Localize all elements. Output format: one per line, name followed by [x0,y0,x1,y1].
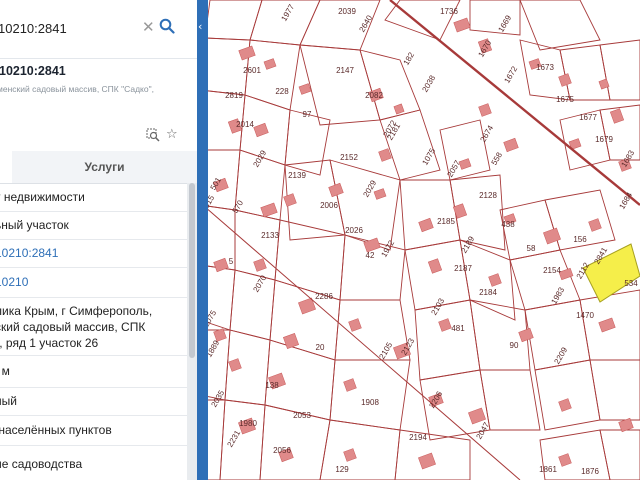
parcel-number-label: 129 [335,465,349,474]
parcel-number-label: 2154 [543,266,561,275]
parcel-number-label: 1908 [361,398,379,407]
scrollbar[interactable] [187,183,197,480]
parcel-number-label: 1677 [579,113,597,122]
detail-row: ьный участок [0,211,187,240]
parcel-number-label: 2152 [340,153,358,162]
search-bar: ✕ [0,0,197,59]
parcel-number-label: 2082 [365,91,383,100]
parcel-number-label: 58 [527,244,536,253]
zoom-to-object-icon[interactable] [146,128,160,142]
parcel-number-label: 1736 [440,7,458,16]
detail-row: . м [0,355,187,388]
parcel-number-label: 2184 [479,288,497,297]
detail-row: ный [0,387,187,416]
parcel-number-label: 1679 [595,135,613,144]
detail-row: ие садоводства [0,445,187,480]
detail-value: . м [1,364,10,378]
chevron-left-icon: ‹ [198,20,203,33]
parcel-number-label: 2185 [437,217,455,226]
parcel-number-label: 156 [573,235,587,244]
search-input[interactable] [0,17,136,39]
parcel-number-label: 2286 [315,292,333,301]
detail-row[interactable]: 10210:2841 [0,239,187,268]
info-panel: ✕ 10210:2841 менский садовый массив, СПК… [0,0,198,480]
detail-value: т недвижимости [0,190,85,204]
parcel-number-label: 20 [316,343,325,352]
parcel-number-label: 534 [624,279,638,288]
detail-row: т недвижимости [0,183,187,212]
parcel-number-label: 1980 [239,419,257,428]
parcel-number-label: 2147 [336,66,354,75]
parcel-number-label: 1470 [576,311,594,320]
parcel-number-label: 2128 [479,191,497,200]
search-icon[interactable] [159,18,175,34]
parcel-number-label: 1861 [539,465,557,474]
parcel-number-label: 1876 [581,467,599,476]
detail-row: населённых пунктов [0,415,187,446]
parcel-number-label: 97 [303,110,312,119]
tab-services[interactable]: Услуги [12,151,197,183]
parcel-number-label: 42 [366,251,375,260]
parcel-number-label: 2056 [273,446,291,455]
scrollbar-thumb[interactable] [189,183,195,358]
object-title: 10210:2841 [0,64,66,78]
parcel-number-label: 2601 [243,66,261,75]
parcel-number-label: 1673 [536,63,554,72]
parcel-number-label: 2006 [320,201,338,210]
parcel-number-label: 138 [265,381,279,390]
parcel-number-label: 2053 [293,411,311,420]
tab-info[interactable] [0,151,12,183]
parcel-number-label: 2819 [225,91,243,100]
parcel-number-label: 5 [229,257,234,266]
tab-bar: Услуги [0,151,197,184]
parcel-number-label: 1675 [556,95,574,104]
parcel-number-label: 2194 [409,433,427,442]
parcel-number-label: 2039 [338,7,356,16]
parcel-number-label: 2139 [288,171,306,180]
parcel-number-label: 2133 [261,231,279,240]
parcel-number-label: 228 [275,87,289,96]
object-address-subtitle: менский садовый массив, СПК "Садко", [0,84,154,94]
parcel-number-label: 90 [510,341,519,350]
close-icon[interactable]: ✕ [142,18,155,36]
detail-row: лика Крым, г Симферополь, ский садовый м… [0,297,187,356]
parcel-number-label: 2187 [454,264,472,273]
collapse-panel-button[interactable]: ‹ [197,0,208,480]
parcel-number-label: 438 [501,220,515,229]
detail-value: лика Крым, г Симферополь, ский садовый м… [0,304,153,350]
parcel-number-label: 2014 [236,120,254,129]
detail-value: населённых пунктов [0,423,112,437]
detail-row[interactable]: 10210 [0,267,187,298]
detail-value: ьный участок [0,218,69,232]
parcel-number-label: 481 [451,324,465,333]
detail-link[interactable]: 10210 [0,274,28,290]
parcel-number-label: 2026 [345,226,363,235]
detail-link[interactable]: 10210:2841 [0,245,58,261]
detail-value: ный [0,394,17,408]
star-icon[interactable]: ☆ [166,127,178,142]
detail-value: ие садоводства [0,457,83,471]
